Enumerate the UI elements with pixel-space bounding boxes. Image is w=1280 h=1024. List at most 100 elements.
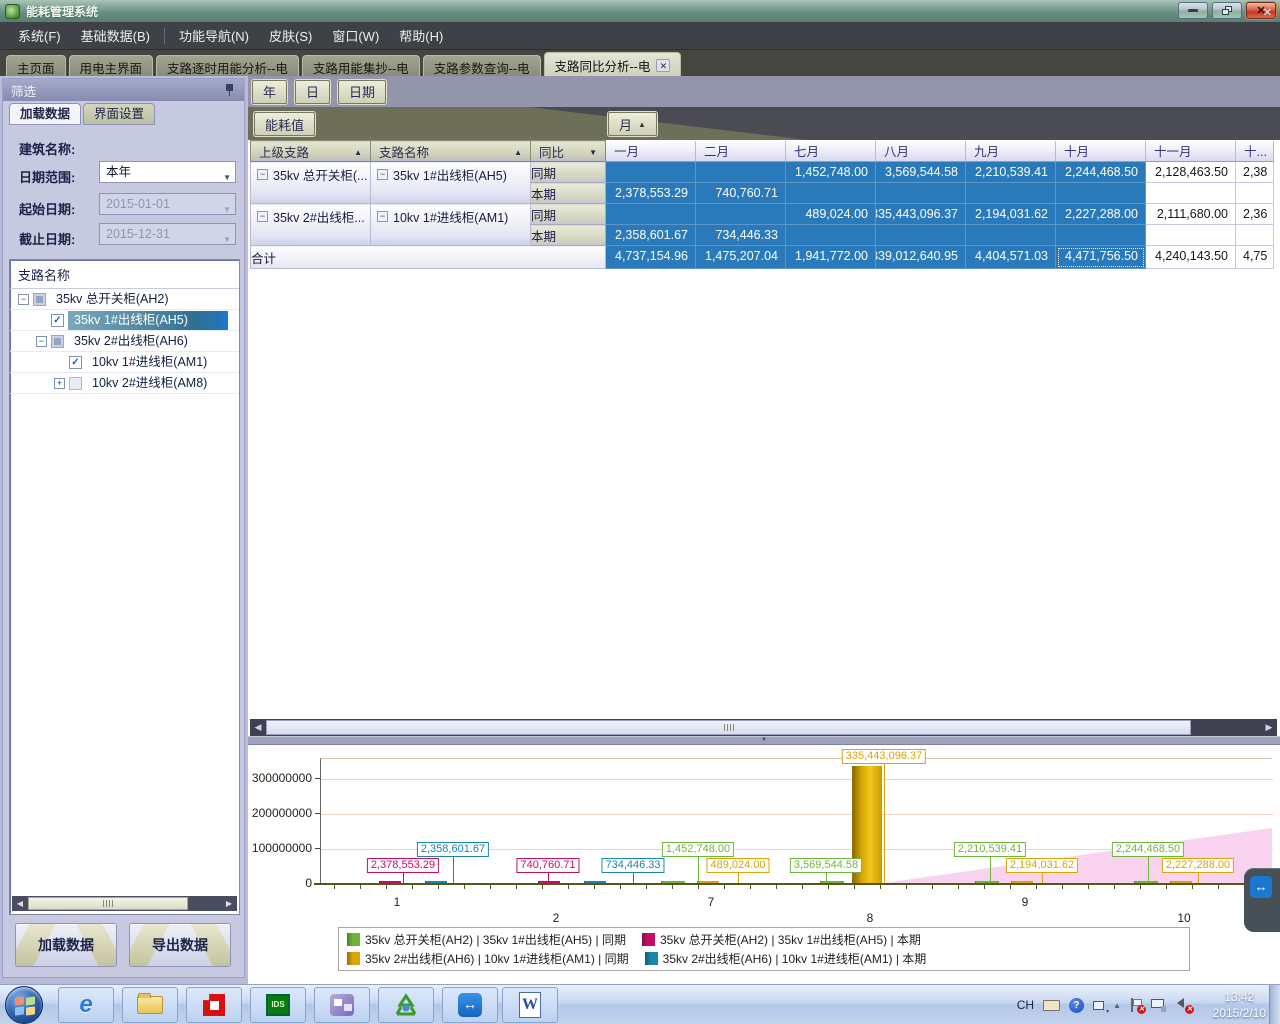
date-range-select[interactable]: 本年 ▼ [99, 161, 236, 183]
taskbar-energy-app[interactable] [378, 987, 434, 1023]
column-header-0[interactable]: 上级支路▲ [251, 141, 371, 162]
value-cell[interactable] [696, 162, 786, 183]
branch-cell[interactable]: −10kv 1#进线柜(AM1) [371, 204, 531, 246]
taskbar-internet-explorer[interactable]: e [58, 987, 114, 1023]
period-cell[interactable]: 本期 [531, 225, 606, 246]
action-center-icon[interactable]: ✕ [1130, 998, 1142, 1012]
checkbox-checked[interactable]: ✓ [51, 314, 64, 327]
menu-item-4[interactable]: 窗口(W) [322, 22, 389, 49]
grid-hscrollbar[interactable]: ◀ ▶ [250, 719, 1277, 736]
period-cell[interactable]: 同期 [531, 204, 606, 225]
scroll-right-icon[interactable]: ▶ [1261, 719, 1277, 736]
menu-item-1[interactable]: 基础数据(B) [71, 22, 160, 49]
checkbox-partial[interactable] [51, 335, 64, 348]
minimize-button[interactable] [1178, 2, 1208, 19]
help-icon[interactable]: ? [1069, 998, 1084, 1013]
total-value-cell[interactable]: 1,941,772.00 [786, 246, 876, 269]
value-cell[interactable] [1146, 225, 1236, 246]
total-value-cell[interactable]: 1,475,207.04 [696, 246, 786, 269]
tab-close-icon[interactable]: ✕ [656, 59, 670, 72]
keyboard-icon[interactable] [1043, 1000, 1060, 1011]
month-header-3[interactable]: 八月 [876, 141, 966, 162]
value-cell[interactable]: 740,760.71 [696, 183, 786, 204]
scrollbar-track[interactable] [1191, 719, 1261, 736]
month-header-6[interactable]: 十一月 [1146, 141, 1236, 162]
month-header-5[interactable]: 十月 [1056, 141, 1146, 162]
tab-load-data[interactable]: 加载数据 [9, 103, 81, 125]
value-cell[interactable]: 2,210,539.41 [966, 162, 1056, 183]
value-cell[interactable]: 3,569,544.58 [876, 162, 966, 183]
measure-field-button[interactable]: 能耗值 [254, 112, 315, 136]
total-value-cell[interactable]: 4,75 [1236, 246, 1274, 269]
total-value-cell[interactable]: 4,240,143.50 [1146, 246, 1236, 269]
checkbox-partial[interactable] [33, 293, 46, 306]
taskbar-modeler-app[interactable] [314, 987, 370, 1023]
tree-item-2[interactable]: −35kv 2#出线柜(AH6) [10, 331, 239, 352]
tab-ui-settings[interactable]: 界面设置 [83, 103, 155, 125]
value-cell[interactable]: 2,227,288.00 [1056, 204, 1146, 225]
taskbar-word[interactable]: W [502, 987, 558, 1023]
value-cell[interactable] [696, 204, 786, 225]
value-cell[interactable] [966, 183, 1056, 204]
value-cell[interactable] [786, 225, 876, 246]
ime-indicator[interactable]: CH [1017, 998, 1034, 1012]
menu-item-3[interactable]: 皮肤(S) [259, 22, 322, 49]
checkbox-unchecked[interactable] [69, 377, 82, 390]
total-value-cell[interactable]: 4,404,571.03 [966, 246, 1056, 269]
column-field-button[interactable]: 月 ▲ [608, 112, 657, 136]
value-cell[interactable] [876, 225, 966, 246]
scrollbar-thumb[interactable] [28, 897, 188, 910]
column-header-2[interactable]: 同比▼ [531, 141, 606, 162]
menu-item-0[interactable]: 系统(F) [8, 22, 71, 49]
value-cell[interactable]: 2,38 [1236, 162, 1274, 183]
expand-icon[interactable]: + [54, 378, 65, 389]
period-button-2[interactable]: 日期 [338, 80, 386, 104]
taskbar-file-explorer[interactable] [122, 987, 178, 1023]
value-cell[interactable] [606, 162, 696, 183]
show-hidden-icons[interactable]: ▲ [1113, 1001, 1121, 1010]
tab-5[interactable]: 支路同比分析--电✕ [544, 52, 682, 76]
scrollbar-thumb[interactable] [266, 720, 1191, 735]
value-cell[interactable]: 2,128,463.50 [1146, 162, 1236, 183]
load-data-button[interactable]: 加载数据 [15, 923, 117, 967]
clock[interactable]: 13:42 2015/2/10 [1213, 989, 1266, 1021]
tree-item-1[interactable]: ✓35kv 1#出线柜(AH5) [10, 310, 239, 331]
menu-item-5[interactable]: 帮助(H) [389, 22, 453, 49]
tab-3[interactable]: 支路用能集抄--电 [302, 55, 420, 76]
parent-cell[interactable]: −35kv 2#出线柜... [251, 204, 371, 246]
start-date-field[interactable]: 2015-01-01 ▼ [99, 193, 236, 215]
total-value-cell[interactable]: 339,012,640.95 [876, 246, 966, 269]
tree-hscrollbar[interactable]: ◀ ▶ [12, 896, 237, 911]
collapse-icon[interactable]: − [257, 169, 268, 180]
value-cell[interactable]: 335,443,096.37 [876, 204, 966, 225]
taskbar-red-app[interactable] [186, 987, 242, 1023]
value-cell[interactable]: 2,194,031.62 [966, 204, 1056, 225]
collapse-icon[interactable]: − [257, 211, 268, 222]
tab-0[interactable]: 主页面 [6, 55, 66, 76]
tab-1[interactable]: 用电主界面 [69, 55, 154, 76]
collapse-icon[interactable]: − [36, 336, 47, 347]
month-header-2[interactable]: 七月 [786, 141, 876, 162]
scroll-left-icon[interactable]: ◀ [250, 719, 266, 736]
show-desktop-button[interactable] [1269, 985, 1280, 1024]
value-cell[interactable]: 2,111,680.00 [1146, 204, 1236, 225]
taskbar-teamviewer[interactable]: ↔ [442, 987, 498, 1023]
tabstrip-close-icon[interactable]: ✕ [1263, 6, 1272, 19]
value-cell[interactable] [1056, 183, 1146, 204]
value-cell[interactable] [1146, 183, 1236, 204]
total-value-cell[interactable]: 4,737,154.96 [606, 246, 696, 269]
period-cell[interactable]: 同期 [531, 162, 606, 183]
value-cell[interactable] [876, 183, 966, 204]
pin-icon[interactable] [225, 84, 234, 96]
value-cell[interactable]: 2,244,468.50 [1056, 162, 1146, 183]
menu-item-2[interactable]: 功能导航(N) [169, 22, 259, 49]
app-window-icon[interactable] [1093, 1001, 1104, 1010]
scroll-left-icon[interactable]: ◀ [12, 896, 28, 911]
value-cell[interactable]: 1,452,748.00 [786, 162, 876, 183]
value-cell[interactable] [1236, 225, 1274, 246]
tab-4[interactable]: 支路参数查询--电 [423, 55, 541, 76]
period-button-1[interactable]: 日 [295, 80, 330, 104]
period-button-0[interactable]: 年 [252, 80, 287, 104]
network-icon[interactable] [1151, 999, 1166, 1012]
scroll-right-icon[interactable]: ▶ [221, 896, 237, 911]
